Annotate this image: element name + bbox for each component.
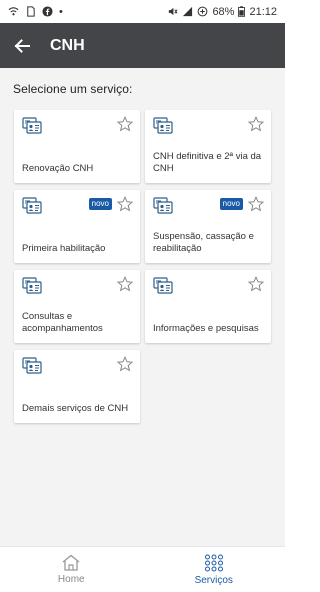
service-card-consultas[interactable]: Consultas e acompanhamentos [14,270,140,343]
facebook-icon [42,6,53,17]
favorite-star-icon[interactable] [117,196,133,212]
battery-percent: 68% [212,5,235,18]
service-card-primeira-habilitacao[interactable]: novo Primeira habilitação [14,190,140,263]
status-bar: • 68% 21:12 [0,0,285,23]
service-card-demais[interactable]: Demais serviços de CNH [14,350,140,423]
grid-dots-icon [204,554,223,571]
sim-card-icon [27,6,35,17]
license-card-icon [22,357,42,374]
service-card-label: Primeira habilitação [22,243,106,254]
license-card-icon [22,277,42,294]
data-saver-icon [198,6,208,17]
favorite-star-icon[interactable] [248,116,264,132]
home-icon [62,554,80,571]
favorite-star-icon[interactable] [248,276,264,292]
service-card-label: Renovação CNH [22,163,94,174]
service-card-renovacao[interactable]: Renovação CNH [14,110,140,183]
page-title: CNH [50,36,85,54]
nav-label-services: Serviços [194,574,233,586]
license-card-icon [22,117,42,134]
service-content: Selecione um serviço: Renovação CNH CNH … [0,68,285,546]
service-card-label: Consultas e acompanhamentos [22,311,103,334]
license-card-icon [22,197,42,214]
service-card-suspensao[interactable]: novo Suspensão, cassação e reabilitação [145,190,271,263]
favorite-star-icon[interactable] [117,356,133,372]
battery-icon [238,6,246,17]
clock: 21:12 [249,5,277,18]
license-card-icon [153,277,173,294]
signal-icon [183,6,193,17]
bottom-nav: Home Serviços [0,546,285,592]
app-bar: CNH [0,23,285,68]
section-title: Selecione um serviço: [13,82,133,96]
mute-icon [169,7,178,16]
service-card-label: CNH definitiva e 2ª via da CNH [153,151,262,174]
service-card-label: Suspensão, cassação e reabilitação [153,231,254,254]
nav-item-home[interactable]: Home [0,547,143,592]
license-card-icon [153,197,173,214]
nav-item-services[interactable]: Serviços [143,547,286,592]
back-button[interactable] [0,23,44,68]
favorite-star-icon[interactable] [117,116,133,132]
arrow-left-icon [14,38,30,53]
service-card-cnh-definitiva[interactable]: CNH definitiva e 2ª via da CNH [145,110,271,183]
more-notifications-icon: • [59,5,63,18]
favorite-star-icon[interactable] [117,276,133,292]
license-card-icon [153,117,173,134]
service-card-label: Demais serviços de CNH [22,403,129,414]
new-badge: novo [219,198,243,210]
nav-label-home: Home [57,574,85,585]
wifi-icon [8,7,19,16]
service-card-label: Informações e pesquisas [153,323,259,334]
favorite-star-icon[interactable] [248,196,264,212]
service-card-informacoes[interactable]: Informações e pesquisas [145,270,271,343]
new-badge: novo [88,198,112,210]
